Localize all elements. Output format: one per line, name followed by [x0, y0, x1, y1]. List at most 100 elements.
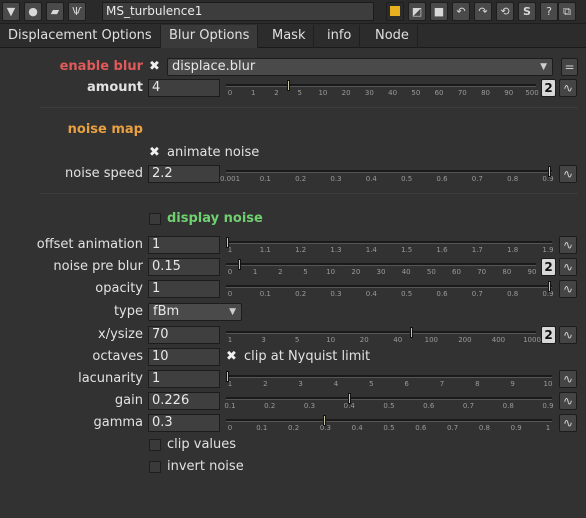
gain-input[interactable]: 0.226 — [148, 392, 220, 410]
xysize-animation-icon[interactable]: ∿ — [559, 326, 577, 344]
divider — [40, 107, 578, 108]
group-icon[interactable]: ▰ — [46, 2, 64, 21]
slider-handle[interactable] — [226, 371, 229, 382]
slider-tick-label: 5 — [369, 380, 374, 388]
noise-speed-slider[interactable]: 0.001 0.1 0.2 0.3 0.4 0.5 0.6 0.7 0.8 0.9 — [220, 165, 554, 183]
help-icon[interactable]: ? — [540, 2, 558, 21]
offset-animation-input[interactable]: 1 — [148, 236, 220, 254]
color-swatch-button[interactable] — [386, 2, 404, 21]
noise-speed-animation-icon[interactable]: ∿ — [559, 165, 577, 183]
offset-animation-slider[interactable]: 1 1.1 1.2 1.3 1.4 1.5 1.6 1.7 1.8 1.9 — [226, 236, 554, 254]
gain-animation-icon[interactable]: ∿ — [559, 392, 577, 410]
gamma-input[interactable]: 0.3 — [148, 414, 220, 432]
noise-pre-blur-slider[interactable]: 0 1 2 5 10 20 30 40 50 60 70 80 90 — [226, 258, 536, 276]
slider-handle[interactable] — [226, 237, 229, 248]
slider-tick-label: 200 — [458, 336, 472, 344]
slider-tick-label: 1.9 — [542, 246, 554, 254]
slider-tick-label: 70 — [457, 89, 467, 97]
channel-menu-button[interactable]: = — [561, 58, 578, 76]
clip-nyquist-checkbox[interactable]: ✖ — [226, 350, 237, 364]
noise-pre-blur-input[interactable]: 0.15 — [148, 258, 220, 276]
slider-tick-label: 80 — [481, 89, 490, 97]
lacunarity-slider[interactable]: 1 2 3 4 5 6 7 8 9 10 — [226, 370, 552, 388]
gamma-animation-icon[interactable]: ∿ — [559, 414, 577, 432]
tab-blur-options[interactable]: Blur Options — [161, 25, 259, 48]
lacunarity-animation-icon[interactable]: ∿ — [559, 370, 577, 388]
slider-tick-label: 0 — [227, 268, 233, 276]
xysize-input[interactable]: 70 — [148, 326, 220, 344]
disable-icon[interactable]: ◩ — [408, 2, 426, 21]
noise-pre-blur-animation-icon[interactable]: ∿ — [559, 258, 577, 276]
noise-speed-input[interactable]: 2.2 — [148, 165, 220, 183]
float-panel-icon[interactable]: ⧉ — [558, 2, 576, 21]
display-noise-checkbox[interactable] — [149, 213, 161, 225]
tab-bar: Displacement Options Blur Options Mask i… — [0, 24, 586, 48]
slider-tick-label: 0.8 — [478, 424, 490, 432]
slider-tick-label: 0.2 — [288, 424, 300, 432]
tab-displacement-options[interactable]: Displacement Options — [0, 25, 161, 48]
slider-handle[interactable] — [348, 393, 352, 404]
noise-pre-blur-count-button[interactable]: 2 — [541, 258, 556, 276]
slider-tick-label: 1.3 — [330, 246, 342, 254]
undo-icon[interactable]: ↶ — [452, 2, 470, 21]
animate-noise-checkbox[interactable]: ✖ — [149, 146, 160, 160]
slider-tick-label: 50 — [411, 89, 421, 97]
slider-tick-label: 0.4 — [351, 424, 363, 432]
viewer-dot-icon[interactable]: ● — [24, 2, 42, 21]
slider-handle[interactable] — [322, 415, 326, 426]
opacity-input[interactable]: 1 — [148, 280, 220, 298]
invert-noise-checkbox[interactable] — [149, 461, 161, 473]
slider-tick-label: 100 — [424, 336, 439, 344]
tools-icon[interactable]: Ѱ — [68, 2, 86, 21]
opacity-slider[interactable]: 0 0.1 0.2 0.3 0.4 0.5 0.6 0.7 0.8 0.9 — [226, 280, 554, 298]
clip-values-checkbox[interactable] — [149, 439, 161, 451]
collapse-arrow-icon[interactable]: ▼ — [2, 2, 20, 21]
enable-blur-checkbox[interactable]: ✖ — [149, 60, 160, 74]
slider-tick-label: 0.1 — [224, 402, 236, 410]
slider-tick-label: 7 — [439, 380, 445, 388]
script-icon[interactable]: S — [518, 2, 536, 21]
xysize-count-button[interactable]: 2 — [541, 326, 556, 344]
tab-mask[interactable]: Mask — [264, 25, 315, 48]
slider-tick-label: 0.2 — [295, 175, 307, 183]
tab-info[interactable]: info — [319, 25, 361, 48]
slider-handle[interactable] — [548, 166, 551, 177]
octaves-input[interactable]: 10 — [148, 348, 220, 366]
amount-count-button[interactable]: 2 — [541, 79, 556, 97]
slider-handle[interactable] — [287, 80, 291, 91]
opacity-animation-icon[interactable]: ∿ — [559, 280, 577, 298]
slider-tick-label: 60 — [452, 268, 461, 276]
slider-tick-label: 20 — [341, 89, 351, 97]
slider-tick-label: 10 — [326, 268, 336, 276]
color-picker-icon[interactable]: ■ — [430, 2, 448, 21]
slider-handle[interactable] — [238, 259, 242, 270]
slider-tick-label: 0.3 — [330, 290, 342, 298]
slider-tick-label: 5 — [294, 336, 300, 344]
slider-handle[interactable] — [548, 281, 551, 292]
slider-handle[interactable] — [409, 327, 413, 338]
amount-slider[interactable]: 0 1 2 5 10 20 30 40 50 60 70 80 90 500 — [226, 79, 539, 97]
slider-tick-label: 0.1 — [256, 424, 268, 432]
slider-tick-label: 60 — [434, 89, 444, 97]
amount-input[interactable]: 4 — [148, 79, 220, 97]
slider-tick-label: 0.6 — [415, 424, 427, 432]
enable-blur-channel-dropdown[interactable]: displace.blur ▼ — [167, 58, 553, 76]
clip-values-label: clip values — [167, 437, 237, 452]
type-dropdown[interactable]: fBm ▼ — [148, 303, 242, 321]
tab-node[interactable]: Node — [367, 25, 418, 48]
revert-icon[interactable]: ⟲ — [496, 2, 514, 21]
node-name-field[interactable]: MS_turbulence1 — [102, 2, 374, 21]
dropdown-arrow-icon: ▼ — [229, 307, 236, 317]
slider-tick-label: 0.1 — [259, 175, 271, 183]
gain-label: gain — [114, 393, 143, 408]
redo-icon[interactable]: ↷ — [474, 2, 492, 21]
gain-slider[interactable]: 0.1 0.2 0.3 0.4 0.5 0.6 0.7 0.8 0.9 — [224, 392, 554, 410]
slider-tick-label: 0.3 — [303, 402, 316, 410]
xysize-slider[interactable]: 1 3 5 10 20 40 100 200 400 1000 — [226, 326, 541, 344]
gamma-slider[interactable]: 0 0.1 0.2 0.3 0.4 0.5 0.6 0.7 0.8 0.9 1 — [226, 414, 552, 432]
amount-animation-icon[interactable]: ∿ — [559, 79, 577, 97]
offset-animation-icon[interactable]: ∿ — [559, 236, 577, 254]
lacunarity-input[interactable]: 1 — [148, 370, 220, 388]
display-noise-label: display noise — [167, 211, 263, 226]
enable-blur-label: enable blur — [59, 59, 143, 74]
